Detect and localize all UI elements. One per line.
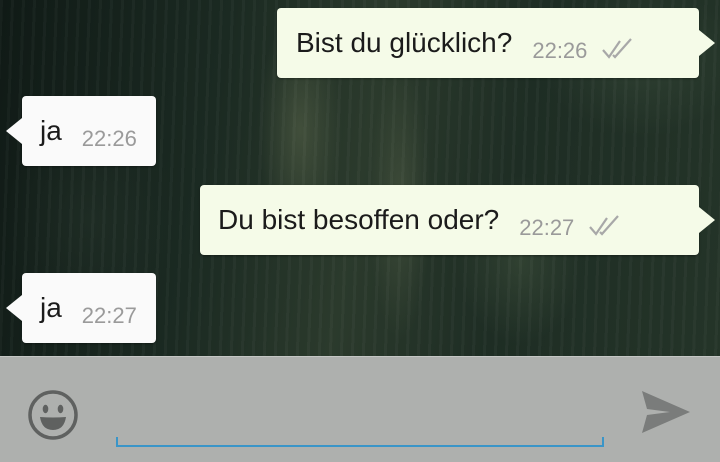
message-timestamp: 22:27 (81, 303, 137, 328)
message-timestamp: 22:27 (519, 215, 575, 240)
double-check-icon (602, 38, 633, 59)
message-bubble-incoming[interactable]: ja 22:27 (6, 273, 156, 343)
message-input-bar (0, 356, 720, 462)
send-icon[interactable] (640, 388, 692, 436)
message-text: Bist du glücklich? (296, 27, 513, 58)
message-bubble-incoming[interactable]: ja 22:26 (6, 96, 156, 166)
message-bubble-outgoing[interactable]: Bist du glücklich? 22:26 (277, 8, 715, 78)
message-text: ja (40, 115, 62, 146)
message-text: ja (40, 292, 62, 323)
message-timestamp: 22:26 (81, 126, 137, 151)
input-underline (116, 437, 604, 447)
message-bubble-outgoing[interactable]: Du bist besoffen oder? 22:27 (200, 185, 715, 255)
emoji-icon[interactable] (27, 389, 79, 441)
message-timestamp: 22:26 (532, 38, 588, 63)
message-text: Du bist besoffen oder? (218, 204, 500, 235)
double-check-icon (589, 215, 620, 236)
